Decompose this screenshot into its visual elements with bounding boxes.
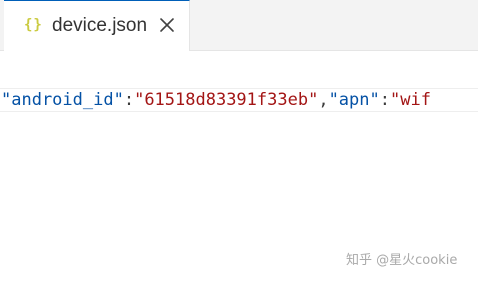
json-braces-icon: {} — [24, 17, 43, 33]
code-token-str: "61518d83391f33eb" — [134, 90, 319, 110]
tab-device-json[interactable]: {} device.json — [4, 0, 190, 51]
code-editor[interactable]: "android_id":"61518d83391f33eb","apn":"w… — [0, 51, 478, 282]
code-token-str: "wif — [390, 90, 431, 110]
code-token-punct: : — [123, 90, 135, 110]
close-icon[interactable] — [158, 16, 176, 34]
code-token-key: "android_id" — [1, 90, 124, 110]
code-token-punct: , — [318, 90, 329, 110]
watermark: 知乎 @星火cookie — [346, 253, 458, 268]
code-token-key: "apn" — [328, 90, 380, 110]
code-line[interactable]: "android_id":"61518d83391f33eb","apn":"w… — [0, 88, 478, 112]
tab-label: device.json — [52, 15, 148, 36]
editor-tab-bar: {} device.json — [0, 0, 478, 51]
code-token-punct: : — [379, 90, 390, 110]
